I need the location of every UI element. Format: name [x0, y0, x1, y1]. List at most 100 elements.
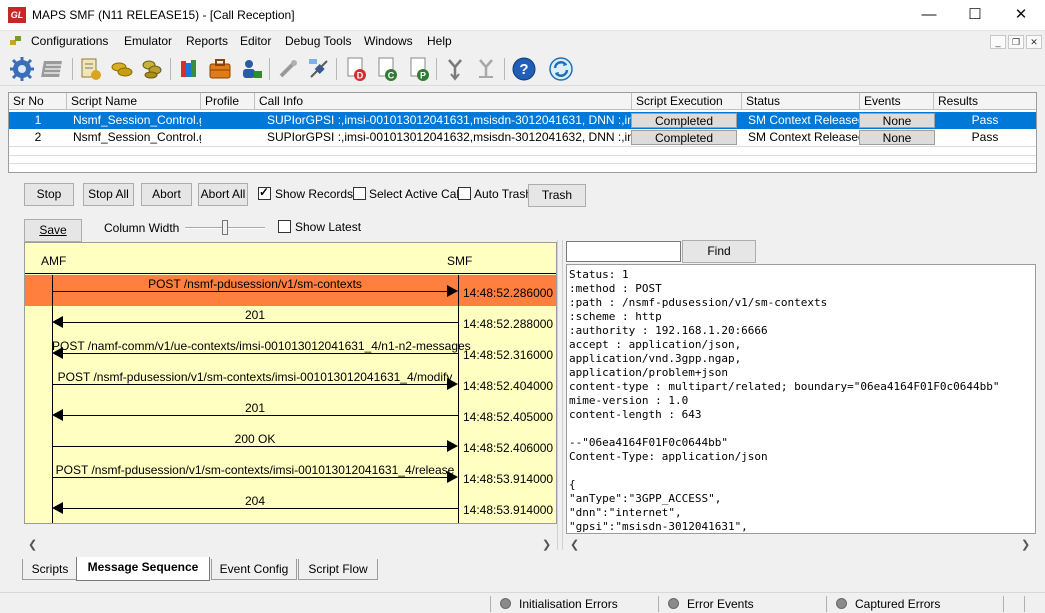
menu-help[interactable]: Help [427, 34, 452, 48]
detail-line: :scheme : http [569, 310, 662, 323]
cell-results: Pass [971, 130, 999, 144]
events-badge[interactable]: None [859, 113, 935, 128]
smf-lifeline [458, 275, 459, 523]
cell-script-name: Nsmf_Session_Control.gls [73, 130, 201, 144]
status-bar: Initialisation Errors Error Events Captu… [0, 592, 1045, 613]
sequence-message[interactable]: 204 14:48:53.914000 [25, 492, 556, 523]
help-icon[interactable]: ? [510, 55, 538, 83]
tab-message-sequence[interactable]: Message Sequence [76, 557, 210, 581]
arrow-left-icon [52, 502, 63, 514]
stop-all-button[interactable]: Stop All [83, 183, 134, 206]
events-badge[interactable]: None [859, 130, 935, 145]
initialisation-errors-label[interactable]: Initialisation Errors [519, 597, 618, 611]
abort-all-button[interactable]: Abort All [198, 183, 248, 206]
message-arrow [52, 477, 448, 478]
stop-button[interactable]: Stop [24, 183, 74, 206]
scroll-left-icon[interactable]: ❮ [570, 538, 579, 551]
trash-button[interactable]: Trash [528, 184, 586, 207]
column-width-slider-thumb[interactable] [222, 220, 228, 235]
column-header-results[interactable]: Results [934, 93, 1036, 110]
message-detail-pane[interactable]: Status: 1:method : POST:path : /nsmf-pdu… [566, 264, 1036, 534]
briefcase-icon[interactable] [206, 55, 234, 83]
sequence-message[interactable]: 201 14:48:52.288000 [25, 306, 556, 337]
sequence-message[interactable]: POST /namf-comm/v1/ue-contexts/imsi-0010… [25, 337, 556, 368]
mdi-close-button[interactable]: ✕ [1026, 35, 1042, 49]
table-row[interactable]: 1 Nsmf_Session_Control.gls SUPIorGPSI :,… [9, 112, 1036, 129]
cell-call-info: SUPIorGPSI :,imsi-001013012041631,msisdn… [267, 113, 632, 127]
abort-button[interactable]: Abort [141, 183, 192, 206]
document-p-icon[interactable]: P [405, 55, 433, 83]
list-icon[interactable] [40, 55, 68, 83]
column-header-events[interactable]: Events [860, 93, 934, 110]
gold-coins-icon[interactable] [108, 55, 136, 83]
satellite-icon[interactable] [305, 55, 333, 83]
color-books-icon[interactable] [175, 55, 203, 83]
scroll-left-icon[interactable]: ❮ [28, 538, 37, 551]
sequence-message[interactable]: POST /nsmf-pdusession/v1/sm-contexts/ims… [25, 461, 556, 492]
show-records-checkbox[interactable] [258, 185, 271, 200]
mdi-minimize-button[interactable]: _ [990, 35, 1006, 49]
bottom-tabs: Scripts Message Sequence Event Config Sc… [20, 557, 1037, 582]
sequence-message[interactable]: POST /nsmf-pdusession/v1/sm-contexts 14:4… [25, 275, 556, 306]
select-active-call-checkbox[interactable] [353, 187, 366, 200]
coins-icon[interactable] [139, 55, 167, 83]
message-label: 204 [244, 494, 266, 508]
scroll-right-icon[interactable]: ❯ [542, 538, 551, 551]
tab-event-config[interactable]: Event Config [211, 559, 297, 580]
menu-windows[interactable]: Windows [364, 34, 413, 48]
document-d-icon[interactable]: D [342, 55, 370, 83]
column-header-profile[interactable]: Profile [201, 93, 255, 110]
pen-disabled-icon[interactable] [274, 55, 302, 83]
column-header-status[interactable]: Status [742, 93, 860, 110]
tab-scripts[interactable]: Scripts [22, 559, 78, 580]
sequence-message[interactable]: POST /nsmf-pdusession/v1/sm-contexts/ims… [25, 368, 556, 399]
sequence-message[interactable]: 200 OK 14:48:52.406000 [25, 430, 556, 461]
maximize-button[interactable]: ☐ [952, 0, 998, 31]
table-row[interactable]: 2 Nsmf_Session_Control.gls SUPIorGPSI :,… [9, 129, 1036, 146]
sequence-message[interactable]: 201 14:48:52.405000 [25, 399, 556, 430]
refresh-icon[interactable] [547, 55, 575, 83]
gear-icon[interactable] [8, 55, 36, 83]
scroll-right-icon[interactable]: ❯ [1021, 538, 1030, 551]
execution-status-badge: Completed [631, 113, 737, 128]
cell-profile [201, 112, 255, 129]
column-header-script-name[interactable]: Script Name [67, 93, 201, 110]
merge-arrows-icon[interactable] [441, 55, 469, 83]
minimize-button[interactable]: — [906, 0, 952, 31]
script-edit-icon[interactable] [77, 55, 105, 83]
panel-splitter[interactable] [557, 240, 563, 550]
execution-status-badge: Completed [631, 130, 737, 145]
arrow-left-icon [52, 347, 63, 359]
document-c-icon[interactable]: C [373, 55, 401, 83]
cell-script-name: Nsmf_Session_Control.gls [73, 113, 201, 127]
user-lock-icon[interactable] [238, 55, 266, 83]
detail-horizontal-scrollbar[interactable]: ❮ ❯ [566, 536, 1036, 553]
column-header-sr-no[interactable]: Sr No [9, 93, 67, 110]
menu-reports[interactable]: Reports [186, 34, 228, 48]
menu-emulator[interactable]: Emulator [124, 34, 172, 48]
column-header-call-info[interactable]: Call Info [255, 93, 632, 110]
close-button[interactable]: ✕ [998, 0, 1044, 31]
column-header-script-execution[interactable]: Script Execution [632, 93, 742, 110]
detail-line: application/vnd.3gpp.ngap, [569, 352, 742, 365]
mdi-restore-button[interactable]: ❐ [1008, 35, 1024, 49]
menu-debug-tools[interactable]: Debug Tools [285, 34, 352, 48]
find-button[interactable]: Find [682, 240, 756, 263]
captured-errors-label[interactable]: Captured Errors [855, 597, 940, 611]
merge-disabled-icon[interactable] [472, 55, 500, 83]
arrow-right-icon [447, 285, 458, 297]
error-events-label[interactable]: Error Events [687, 597, 754, 611]
save-button[interactable]: Save [24, 219, 82, 242]
message-timestamp: 14:48:53.914000 [463, 472, 554, 486]
auto-trash-checkbox[interactable] [458, 187, 471, 200]
menu-editor[interactable]: Editor [240, 34, 271, 48]
column-width-label: Column Width [104, 221, 180, 235]
message-arrow [52, 446, 448, 447]
find-input[interactable] [566, 241, 681, 262]
menu-configurations[interactable]: Configurations [31, 34, 108, 48]
app-menu-icon[interactable] [9, 34, 22, 47]
show-latest-checkbox[interactable] [278, 220, 291, 233]
tab-script-flow[interactable]: Script Flow [298, 559, 378, 580]
cell-status: SM Context Released [748, 130, 860, 144]
ladder-horizontal-scrollbar[interactable]: ❮ ❯ [24, 536, 557, 553]
